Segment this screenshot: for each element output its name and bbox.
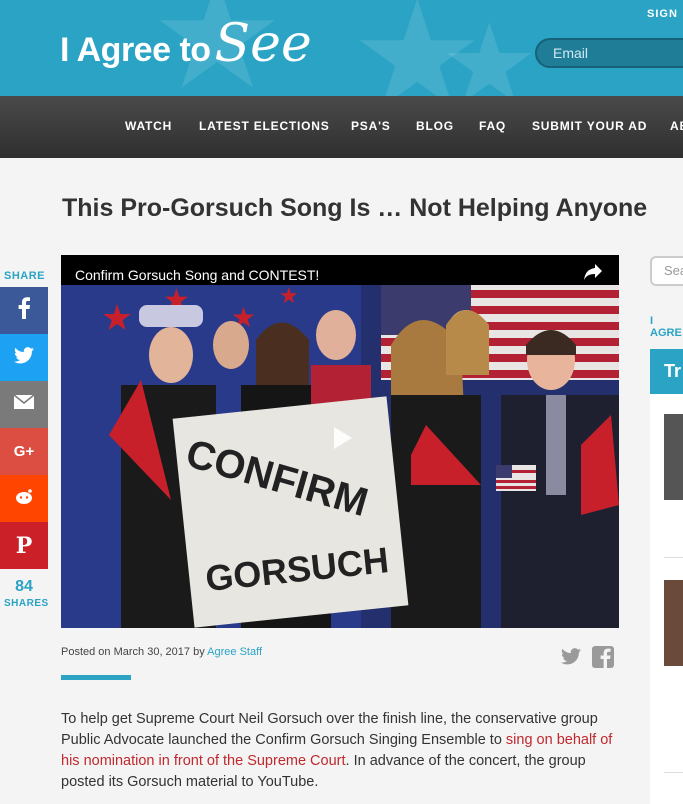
nav-item-blog[interactable]: BLOG — [416, 119, 454, 133]
author-link[interactable]: Agree Staff — [207, 646, 262, 658]
sidebar-divider — [664, 772, 683, 773]
share-button-email[interactable] — [0, 381, 48, 428]
twitter-icon[interactable] — [561, 648, 581, 665]
video-title[interactable]: Confirm Gorsuch Song and CONTEST! — [75, 267, 319, 283]
twitter-icon — [14, 346, 34, 369]
pinterest-icon: P — [15, 532, 33, 559]
facebook-icon[interactable] — [592, 646, 614, 668]
video-player[interactable]: Confirm Gorsuch Song and CONTEST! ★ ★ ★ — [61, 255, 619, 628]
main-nav: WATCH LATEST ELECTIONS PSA'S BLOG FAQ SU… — [0, 96, 683, 158]
site-logo[interactable]: I Agree to See — [60, 18, 312, 70]
section-divider — [61, 675, 131, 680]
sidebar-divider — [664, 557, 683, 558]
page-title: This Pro-Gorsuch Song Is … Not Helping A… — [62, 194, 648, 222]
email-input[interactable]: Email — [535, 38, 683, 68]
sign-text-line2: GORSUCH — [203, 539, 391, 600]
share-count: 84 — [15, 578, 33, 595]
confirm-gorsuch-sign: CONFIRM GORSUCH — [172, 396, 409, 628]
nav-item-watch[interactable]: WATCH — [125, 119, 172, 133]
reddit-icon — [14, 487, 34, 510]
trending-box-title: Tr — [650, 349, 683, 394]
share-count-label: SHARES — [4, 598, 49, 609]
share-button-facebook[interactable] — [0, 287, 48, 334]
article-body: To help get Supreme Court Neil Gorsuch o… — [61, 709, 621, 793]
video-title-bar: Confirm Gorsuch Song and CONTEST! — [61, 255, 619, 285]
share-button-pinterest[interactable]: P — [0, 522, 48, 569]
sign-in-link[interactable]: SIGN — [647, 8, 678, 20]
video-thumbnail: ★ ★ ★ ★ CONFIRM GORSUCH — [61, 285, 619, 628]
share-button-twitter[interactable] — [0, 334, 48, 381]
nav-item-submit-ad[interactable]: SUBMIT YOUR AD — [532, 119, 647, 133]
video-share-icon[interactable] — [583, 263, 603, 281]
sidebar-thumbnail[interactable] — [664, 580, 683, 666]
svg-text:★: ★ — [101, 297, 133, 338]
nav-item-latest-elections[interactable]: LATEST ELECTIONS — [199, 119, 330, 133]
search-input[interactable]: Sea — [650, 256, 683, 286]
nav-item-faq[interactable]: FAQ — [479, 119, 506, 133]
logo-text: I Agree to — [60, 31, 211, 69]
sidebar-heading: I AGRE — [650, 315, 682, 339]
nav-item-about[interactable]: AB — [670, 119, 683, 133]
play-icon[interactable] — [326, 423, 356, 453]
star-decoration: ★ — [440, 3, 539, 97]
facebook-icon — [17, 297, 31, 324]
google-plus-icon: G+ — [13, 442, 35, 460]
share-button-reddit[interactable] — [0, 475, 48, 522]
site-header: ★ ★ ★ I Agree to See SIGN Email — [0, 0, 683, 96]
sidebar-thumbnail[interactable] — [664, 414, 683, 500]
nav-item-psas[interactable]: PSA'S — [351, 119, 391, 133]
posted-date: Posted on March 30, 2017 by — [61, 646, 205, 658]
share-button-google-plus[interactable]: G+ — [0, 428, 48, 475]
post-meta: Posted on March 30, 2017 by Agree Staff — [61, 646, 262, 658]
share-label: SHARE — [4, 270, 46, 282]
logo-script: See — [214, 14, 312, 74]
svg-text:★: ★ — [279, 285, 299, 308]
email-icon — [13, 394, 35, 414]
